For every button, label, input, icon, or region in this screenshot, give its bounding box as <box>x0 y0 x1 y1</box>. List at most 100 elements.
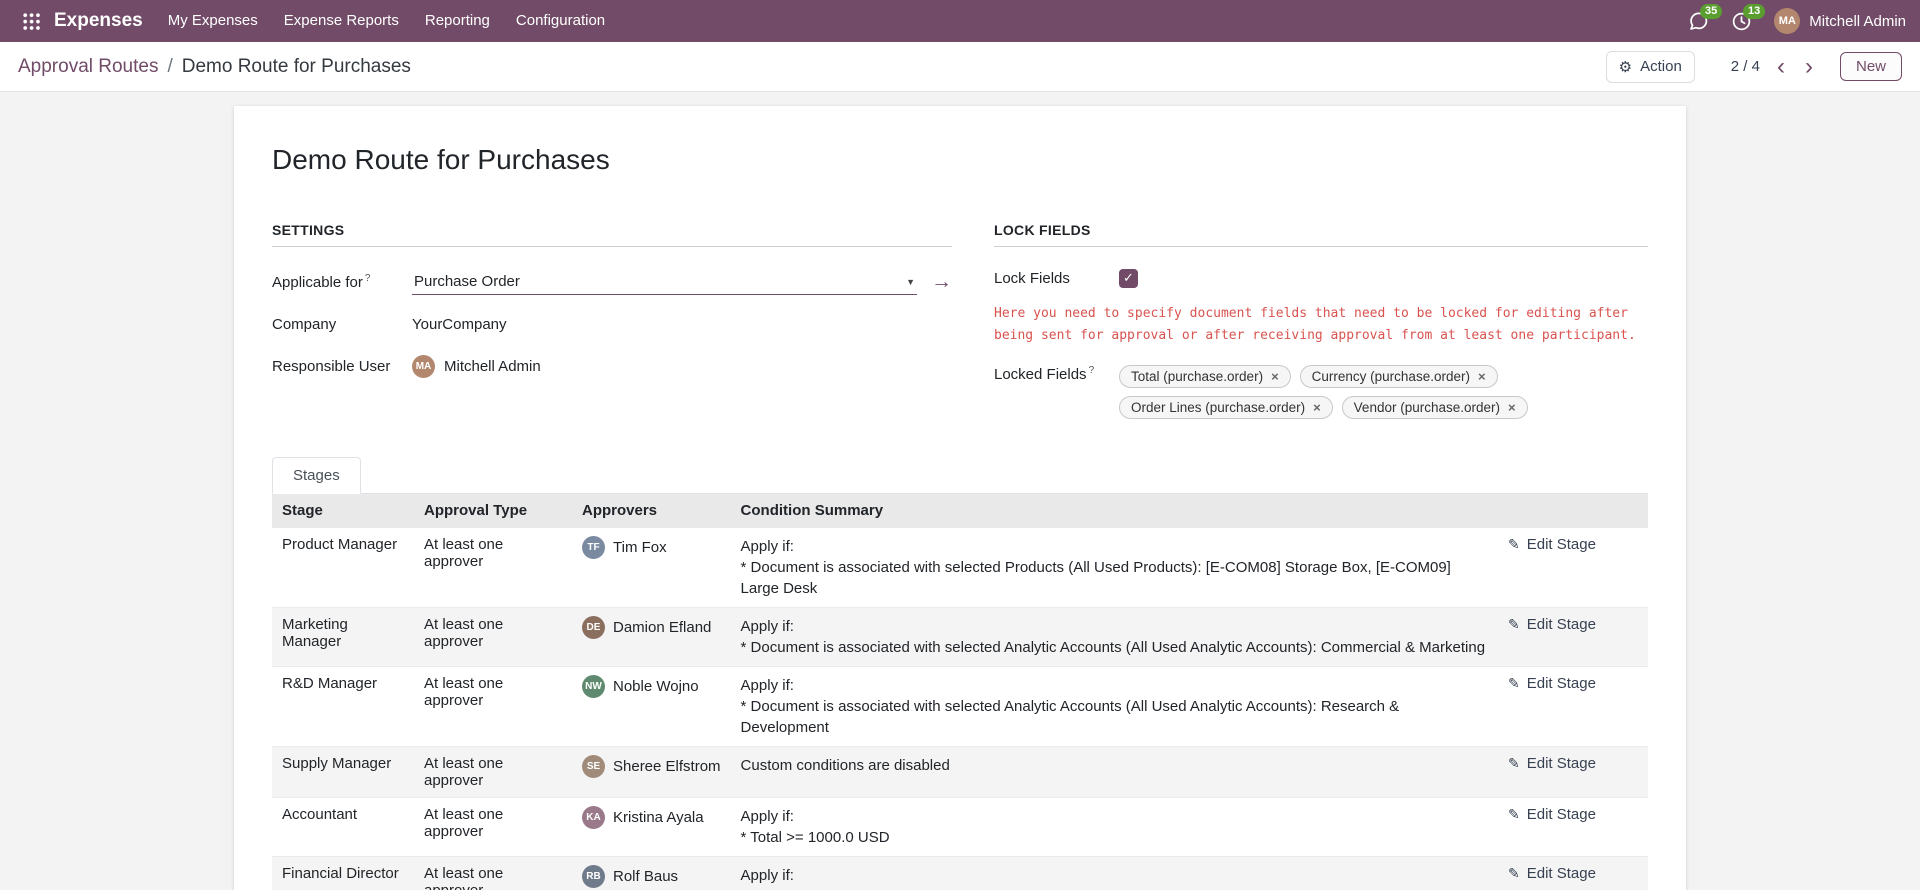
pencil-icon: ✎ <box>1508 675 1520 692</box>
stages-table: Stage Approval Type Approvers Condition … <box>272 494 1648 890</box>
settings-section: SETTINGS Applicable for? Purchase Order … <box>272 222 952 419</box>
stage-name: Product Manager <box>272 528 414 608</box>
col-stage: Stage <box>272 494 414 528</box>
approval-type: At least one approver <box>414 608 572 667</box>
responsible-user-value[interactable]: MA Mitchell Admin <box>412 355 952 378</box>
record-title: Demo Route for Purchases <box>272 144 1648 176</box>
applicable-for-value: Purchase Order <box>414 273 520 290</box>
approver: SESheree Elfstrom <box>582 755 721 778</box>
nav-my-expenses[interactable]: My Expenses <box>155 0 271 42</box>
activities-badge: 13 <box>1743 4 1765 19</box>
approver: NWNoble Wojno <box>582 675 721 698</box>
avatar: TF <box>582 536 605 559</box>
pager-prev-icon[interactable]: ‹ <box>1774 55 1788 79</box>
table-row[interactable]: Product Manager At least one approver TF… <box>272 528 1648 608</box>
messages-badge: 35 <box>1700 4 1722 19</box>
action-button-label: Action <box>1640 58 1682 75</box>
condition-summary: Apply if:* Document is associated with s… <box>731 608 1498 667</box>
stage-name: Supply Manager <box>272 747 414 798</box>
table-row[interactable]: Accountant At least one approver KAKrist… <box>272 798 1648 857</box>
close-icon[interactable]: × <box>1478 370 1486 383</box>
chevron-down-icon: ▼ <box>906 277 915 287</box>
pencil-icon: ✎ <box>1508 616 1520 633</box>
pager-next-icon[interactable]: › <box>1802 55 1816 79</box>
gear-icon: ⚙ <box>1619 58 1632 76</box>
check-icon: ✓ <box>1123 270 1134 286</box>
col-actions <box>1498 494 1648 528</box>
applicable-for-label: Applicable for? <box>272 273 412 291</box>
grid-dots-icon <box>22 12 41 31</box>
table-header-row: Stage Approval Type Approvers Condition … <box>272 494 1648 528</box>
responsible-user-name: Mitchell Admin <box>444 358 541 375</box>
col-condition-summary: Condition Summary <box>731 494 1498 528</box>
edit-stage-button[interactable]: ✎Edit Stage <box>1508 675 1596 692</box>
company-value[interactable]: YourCompany <box>412 316 952 333</box>
col-approval-type: Approval Type <box>414 494 572 528</box>
stage-name: R&D Manager <box>272 667 414 747</box>
avatar: SE <box>582 755 605 778</box>
locked-fields-row: Locked Fields? Total (purchase.order)× C… <box>994 361 1648 419</box>
applicable-for-row: Applicable for? Purchase Order ▼ → <box>272 261 952 303</box>
form-sheet: Demo Route for Purchases SETTINGS Applic… <box>234 106 1686 890</box>
approval-type: At least one approver <box>414 747 572 798</box>
locked-fields-tags: Total (purchase.order)× Currency (purcha… <box>1119 365 1648 419</box>
avatar: RB <box>582 865 605 888</box>
condition-summary: Apply if:* Document is associated with s… <box>731 528 1498 608</box>
locked-field-tag: Order Lines (purchase.order)× <box>1119 396 1333 419</box>
breadcrumb-parent[interactable]: Approval Routes <box>18 56 158 78</box>
close-icon[interactable]: × <box>1508 401 1516 414</box>
page-background: Demo Route for Purchases SETTINGS Applic… <box>0 106 1920 890</box>
settings-heading: SETTINGS <box>272 222 952 247</box>
table-row[interactable]: Financial Director At least one approver… <box>272 857 1648 890</box>
approver: TFTim Fox <box>582 536 721 559</box>
approval-type: At least one approver <box>414 857 572 890</box>
edit-stage-button[interactable]: ✎Edit Stage <box>1508 536 1596 553</box>
apps-grid-icon[interactable] <box>14 0 48 42</box>
table-row[interactable]: R&D Manager At least one approver NWNobl… <box>272 667 1648 747</box>
top-navbar: Expenses My Expenses Expense Reports Rep… <box>0 0 1920 42</box>
lock-fields-checkbox[interactable]: ✓ <box>1119 269 1138 288</box>
action-button[interactable]: ⚙ Action <box>1606 51 1695 83</box>
table-row[interactable]: Marketing Manager At least one approver … <box>272 608 1648 667</box>
approver: RBRolf Baus <box>582 865 721 888</box>
user-menu[interactable]: MA Mitchell Admin <box>1774 8 1906 34</box>
lock-fields-section: LOCK FIELDS Lock Fields ✓ Here you need … <box>994 222 1648 419</box>
breadcrumb-separator: / <box>167 56 172 78</box>
lock-fields-help-text: Here you need to specify document fields… <box>994 303 1648 347</box>
new-button[interactable]: New <box>1840 52 1902 81</box>
app-brand[interactable]: Expenses <box>54 10 143 32</box>
approval-type: At least one approver <box>414 798 572 857</box>
nav-configuration[interactable]: Configuration <box>503 0 618 42</box>
condition-summary: Apply if:* Total >= 1000.0 USD <box>731 798 1498 857</box>
tab-stages[interactable]: Stages <box>272 457 361 494</box>
avatar: DE <box>582 616 605 639</box>
help-icon: ? <box>365 273 371 284</box>
pencil-icon: ✎ <box>1508 755 1520 772</box>
nav-expense-reports[interactable]: Expense Reports <box>271 0 412 42</box>
edit-stage-button[interactable]: ✎Edit Stage <box>1508 865 1596 882</box>
pencil-icon: ✎ <box>1508 865 1520 882</box>
nav-reporting[interactable]: Reporting <box>412 0 503 42</box>
condition-summary: Apply if:* Document is associated with s… <box>731 667 1498 747</box>
close-icon[interactable]: × <box>1313 401 1321 414</box>
help-icon: ? <box>1089 365 1095 376</box>
stage-name: Accountant <box>272 798 414 857</box>
edit-stage-button[interactable]: ✎Edit Stage <box>1508 616 1596 633</box>
internal-link-arrow-icon[interactable]: → <box>931 270 952 294</box>
edit-stage-button[interactable]: ✎Edit Stage <box>1508 806 1596 823</box>
pager-count: 2 / 4 <box>1731 58 1760 75</box>
stage-name: Marketing Manager <box>272 608 414 667</box>
lock-fields-row: Lock Fields ✓ <box>994 261 1648 295</box>
edit-stage-button[interactable]: ✎Edit Stage <box>1508 755 1596 772</box>
locked-field-tag: Vendor (purchase.order)× <box>1342 396 1528 419</box>
company-label: Company <box>272 316 412 333</box>
messages-button[interactable]: 35 <box>1688 11 1709 32</box>
close-icon[interactable]: × <box>1271 370 1279 383</box>
control-panel: Approval Routes / Demo Route for Purchas… <box>0 42 1920 92</box>
table-row[interactable]: Supply Manager At least one approver SES… <box>272 747 1648 798</box>
activities-button[interactable]: 13 <box>1731 11 1752 32</box>
avatar: KA <box>582 806 605 829</box>
applicable-for-select[interactable]: Purchase Order ▼ <box>412 269 917 295</box>
pencil-icon: ✎ <box>1508 806 1520 823</box>
breadcrumb-current: Demo Route for Purchases <box>182 56 411 78</box>
